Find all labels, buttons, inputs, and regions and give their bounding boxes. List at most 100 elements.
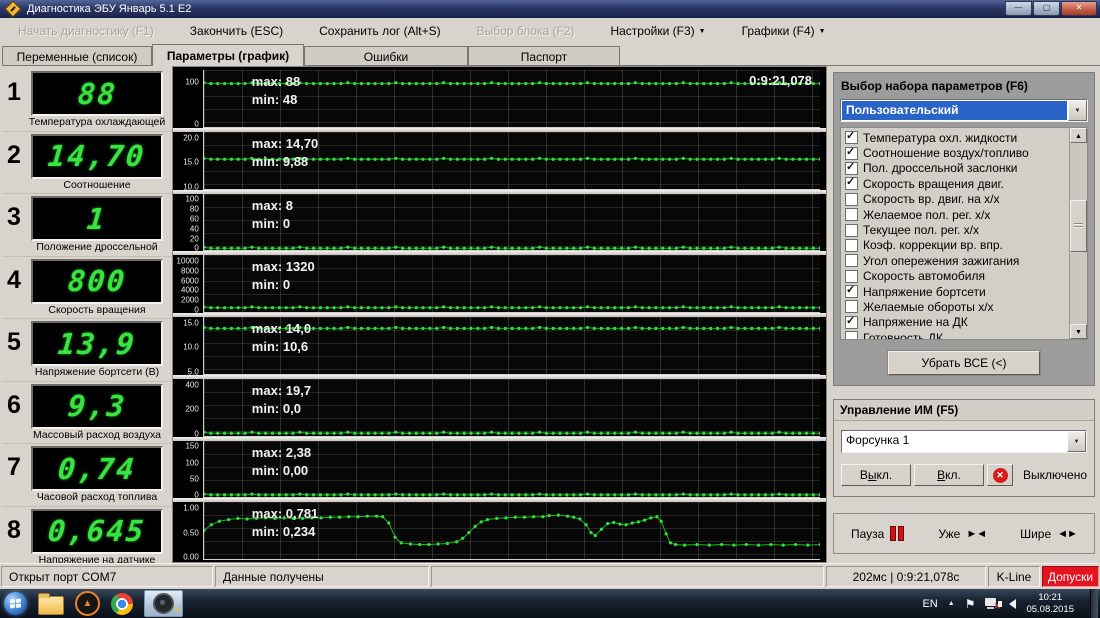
- narrower-button[interactable]: Уже ►◄: [938, 527, 986, 541]
- checkbox-air-fuel-ratio[interactable]: [845, 147, 858, 160]
- checklist-item-engine-speed[interactable]: Скорость вращения двиг.: [845, 176, 1067, 191]
- checkbox-injection-correction[interactable]: [845, 239, 858, 252]
- scroll-down-icon[interactable]: ▼: [1070, 324, 1087, 339]
- axis-tick-label: 0.00: [183, 553, 199, 562]
- checklist-scrollbar[interactable]: ▲▼: [1069, 128, 1087, 339]
- checklist-item-ignition-advance[interactable]: Угол опережения зажигания: [845, 253, 1067, 268]
- menu-item-finish[interactable]: Закончить (ESC): [190, 24, 283, 38]
- chevron-down-icon[interactable]: ▼: [1067, 431, 1086, 452]
- narrower-icon: ►◄: [966, 528, 986, 540]
- axis-tick-label: 15.0: [183, 318, 199, 327]
- checkbox-o2-sensor-voltage[interactable]: [845, 316, 858, 329]
- action-center-flag-icon[interactable]: ⚑: [965, 597, 976, 611]
- scrollbar-thumb[interactable]: [1070, 200, 1087, 252]
- checkbox-o2-readiness[interactable]: [845, 331, 858, 340]
- parameter-set-combobox[interactable]: Пользовательский ▼: [840, 99, 1088, 122]
- checklist-item-temp-coolant[interactable]: Температура охл. жидкости: [845, 130, 1067, 145]
- actuator-off-button[interactable]: Выкл.: [841, 464, 911, 486]
- checklist-item-idle-engine-speed[interactable]: Скорость вр. двиг. на х/х: [845, 192, 1067, 207]
- actuator-stop-button[interactable]: ✕: [987, 464, 1013, 486]
- checklist-item-desired-idle-rpm[interactable]: Желаемые обороты х/х: [845, 299, 1067, 314]
- checklist-item-injection-correction[interactable]: Коэф. коррекции вр. впр.: [845, 238, 1067, 253]
- minimize-button[interactable]: —: [1005, 1, 1032, 16]
- checklist-item-o2-sensor-voltage[interactable]: Напряжение на ДК: [845, 315, 1067, 330]
- axis-tick-label: 10000: [177, 257, 199, 266]
- wider-button[interactable]: Шире ◄►: [1020, 527, 1077, 541]
- actuator-control-title: Управление ИМ (F5): [834, 400, 1094, 421]
- param-label: Скорость вращения: [26, 304, 168, 316]
- pause-button[interactable]: Пауза: [851, 526, 904, 541]
- tab-parameters-graph[interactable]: Параметры (график): [152, 44, 304, 66]
- graph-min-label: min: 10,6: [252, 339, 308, 354]
- checkbox-temp-coolant[interactable]: [845, 131, 858, 144]
- axis-tick-label: 100: [185, 458, 198, 467]
- graph-plot: max: 0,781min: 0,234: [203, 502, 820, 560]
- checklist-item-desired-idle-reg[interactable]: Желаемое пол. рег. х/х: [845, 207, 1067, 222]
- red-x-icon: ✕: [993, 468, 1008, 483]
- tab-passport[interactable]: Паспорт: [468, 46, 620, 66]
- graph-plot: max: 2,38min: 0,00: [203, 441, 820, 499]
- menu-item-save-log[interactable]: Сохранить лог (Alt+S): [319, 24, 441, 38]
- param-label: Часовой расход топлива: [26, 491, 168, 503]
- checkbox-current-idle-reg[interactable]: [845, 224, 858, 237]
- explorer-icon[interactable]: [38, 596, 64, 615]
- checkbox-vehicle-speed[interactable]: [845, 270, 858, 283]
- playback-controls: Пауза Уже ►◄ Шире ◄►: [833, 513, 1095, 554]
- checklist-item-current-idle-reg[interactable]: Текущее пол. рег. х/х: [845, 222, 1067, 237]
- graph-strip-4: 1000080006000400020000max: 1320min: 0: [173, 255, 820, 313]
- graph-axis: 1000080006000400020000: [173, 255, 203, 313]
- maximize-button[interactable]: ▢: [1033, 1, 1060, 16]
- start-button-icon[interactable]: [4, 592, 27, 615]
- menu-item-charts[interactable]: Графики (F4)▼: [742, 24, 826, 38]
- graph-axis: 20.015.010.0: [173, 132, 203, 190]
- checkbox-battery-voltage[interactable]: [845, 285, 858, 298]
- network-icon[interactable]: ✕: [985, 598, 999, 610]
- graph-min-label: min: 48: [252, 92, 298, 107]
- axis-tick-label: 1.00: [183, 504, 199, 513]
- actuator-combobox[interactable]: Форсунка 1 ▼: [841, 430, 1087, 453]
- graph-plot: max: 8min: 0: [203, 194, 820, 252]
- tab-variables-list[interactable]: Переменные (список): [2, 46, 152, 66]
- chevron-down-icon[interactable]: ▼: [1068, 100, 1087, 121]
- clock[interactable]: 10:21 05.08.2015: [1026, 592, 1074, 616]
- axis-tick-label: 60: [190, 214, 199, 223]
- checkbox-desired-idle-reg[interactable]: [845, 208, 858, 221]
- hidden-icons-chevron[interactable]: ▲: [948, 600, 955, 607]
- graph-plot: max: 14,0min: 10,6: [203, 317, 820, 375]
- parameter-set-value: Пользовательский: [841, 100, 1068, 121]
- led-display: 1: [31, 196, 163, 241]
- diagnostics-app-task-button[interactable]: ϟ: [144, 590, 183, 617]
- taskbar: ▲ ϟ EN ▲ ⚑ ✕ 10:21 05.08.2015: [0, 589, 1100, 618]
- checklist-item-battery-voltage[interactable]: Напряжение бортсети: [845, 284, 1067, 299]
- language-indicator[interactable]: EN: [922, 598, 937, 610]
- param-index: 1: [7, 78, 21, 107]
- checkbox-label: Температура охл. жидкости: [863, 131, 1017, 145]
- checkbox-throttle-position[interactable]: [845, 162, 858, 175]
- actuator-on-button[interactable]: Вкл.: [914, 464, 984, 486]
- graph-max-label: max: 19,7: [252, 383, 311, 398]
- axis-tick-label: 40: [190, 224, 199, 233]
- actuator-status-label: Выключено: [1023, 468, 1087, 482]
- param-index: 5: [7, 328, 21, 357]
- data-status: Данные получены: [215, 566, 429, 587]
- chrome-icon[interactable]: [111, 593, 133, 615]
- checkbox-label: Скорость вр. двиг. на х/х: [863, 192, 1000, 206]
- checkbox-engine-speed[interactable]: [845, 177, 858, 190]
- close-button[interactable]: ✕: [1061, 1, 1097, 16]
- clear-all-button[interactable]: Убрать ВСЕ (<): [888, 351, 1040, 375]
- checkbox-desired-idle-rpm[interactable]: [845, 300, 858, 313]
- scroll-up-icon[interactable]: ▲: [1070, 128, 1087, 143]
- aimp-icon[interactable]: ▲: [75, 591, 100, 616]
- tab-errors[interactable]: Ошибки: [304, 46, 468, 66]
- led-display: 0,645: [31, 509, 163, 554]
- tolerances-badge[interactable]: Допуски: [1042, 566, 1099, 587]
- checklist-item-o2-readiness[interactable]: Готовность ДК: [845, 330, 1067, 340]
- checkbox-idle-engine-speed[interactable]: [845, 193, 858, 206]
- volume-icon[interactable]: [1009, 599, 1016, 609]
- menu-item-settings[interactable]: Настройки (F3)▼: [610, 24, 705, 38]
- checklist-item-vehicle-speed[interactable]: Скорость автомобиля: [845, 269, 1067, 284]
- checkbox-ignition-advance[interactable]: [845, 254, 858, 267]
- show-desktop-button[interactable]: [1090, 589, 1098, 618]
- checklist-item-air-fuel-ratio[interactable]: Соотношение воздух/топливо: [845, 145, 1067, 160]
- checklist-item-throttle-position[interactable]: Пол. дроссельной заслонки: [845, 161, 1067, 176]
